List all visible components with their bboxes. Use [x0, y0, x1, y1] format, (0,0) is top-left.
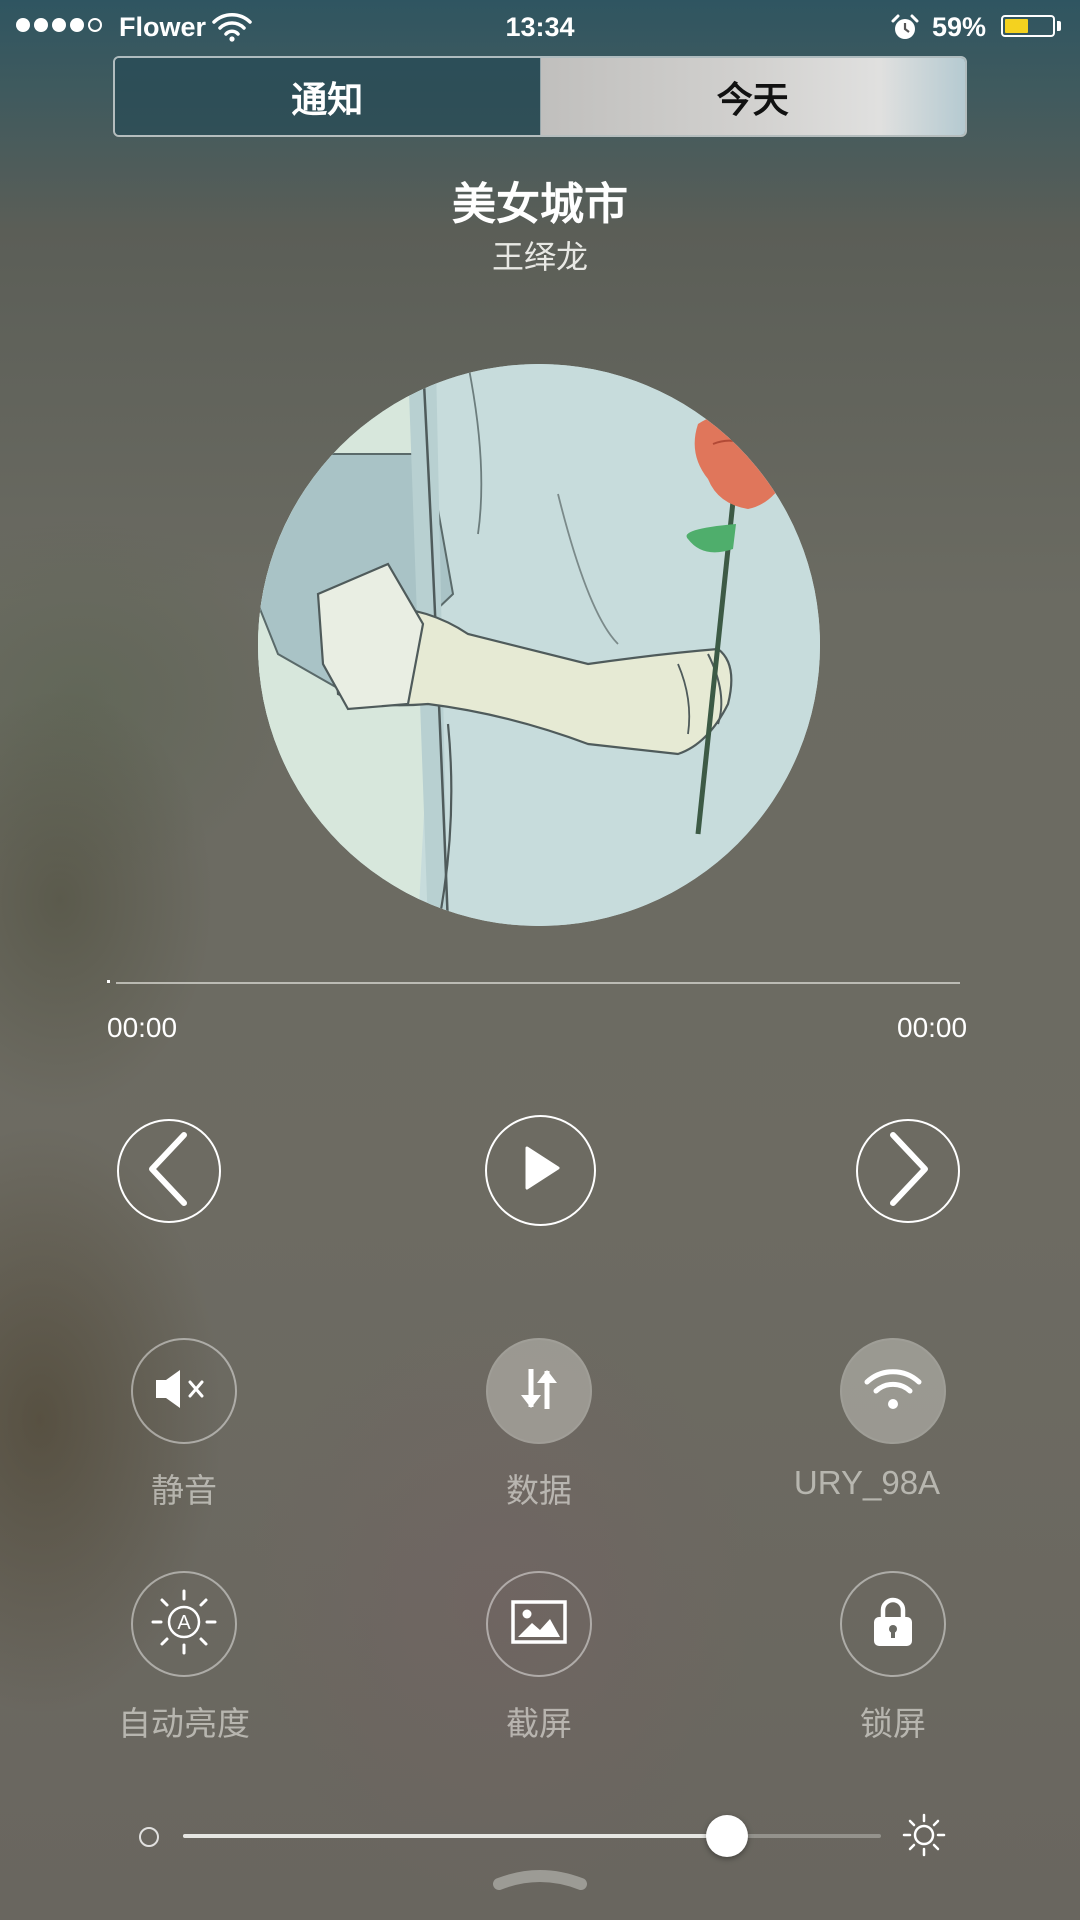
playback-progress-bar[interactable] — [116, 982, 960, 984]
album-art — [258, 364, 820, 926]
mobile-data-toggle-label: 数据 — [506, 1472, 572, 1509]
mute-speaker-icon — [154, 1367, 214, 1416]
chevron-right-icon — [883, 1131, 933, 1212]
song-artist: 王绎龙 — [491, 239, 588, 275]
svg-text:A: A — [177, 1612, 191, 1634]
wifi-toggle[interactable] — [840, 1338, 946, 1444]
lock-screen-button-label: 锁屏 — [860, 1705, 926, 1742]
lock-icon — [871, 1596, 915, 1653]
screenshot-button-label: 截屏 — [506, 1705, 572, 1742]
play-button[interactable] — [485, 1115, 596, 1226]
battery-tip — [1057, 21, 1061, 31]
lock-screen-button[interactable] — [840, 1571, 946, 1677]
brightness-slider-knob[interactable] — [706, 1815, 749, 1857]
wifi-icon — [863, 1366, 923, 1417]
status-bar: Flower 13:34 59% — [0, 0, 1080, 54]
data-transfer-icon — [514, 1365, 564, 1418]
notification-center-tabs: 通知 今天 — [113, 56, 967, 137]
mute-toggle-label: 静音 — [151, 1472, 217, 1509]
tab-today[interactable]: 今天 — [540, 58, 965, 135]
battery-percent: 59% — [932, 12, 987, 42]
mobile-data-toggle[interactable] — [486, 1338, 592, 1444]
song-title: 美女城市 — [452, 180, 628, 229]
current-time: 00:00 — [107, 1012, 178, 1043]
battery-icon — [1001, 15, 1055, 37]
auto-brightness-icon: A — [149, 1587, 219, 1662]
brightness-low-icon — [139, 1827, 159, 1847]
playback-progress-knob[interactable] — [107, 980, 110, 983]
next-track-button[interactable] — [856, 1119, 960, 1223]
drag-handle-icon[interactable] — [491, 1868, 589, 1897]
play-icon — [521, 1145, 561, 1196]
total-time: 00:00 — [897, 1012, 968, 1043]
screenshot-icon — [510, 1599, 568, 1650]
alarm-clock-icon — [890, 13, 920, 50]
previous-track-button[interactable] — [117, 1119, 221, 1223]
screenshot-button[interactable] — [486, 1571, 592, 1677]
brightness-high-icon — [902, 1813, 946, 1862]
auto-brightness-toggle[interactable]: A — [131, 1571, 237, 1677]
mute-toggle[interactable] — [131, 1338, 237, 1444]
tab-notifications[interactable]: 通知 — [115, 58, 541, 135]
wifi-toggle-label: URY_98A — [793, 1464, 941, 1501]
brightness-slider[interactable] — [183, 1834, 881, 1838]
brightness-slider-fill — [183, 1834, 728, 1838]
chevron-left-icon — [144, 1131, 194, 1212]
auto-brightness-toggle-label: 自动亮度 — [118, 1705, 250, 1742]
